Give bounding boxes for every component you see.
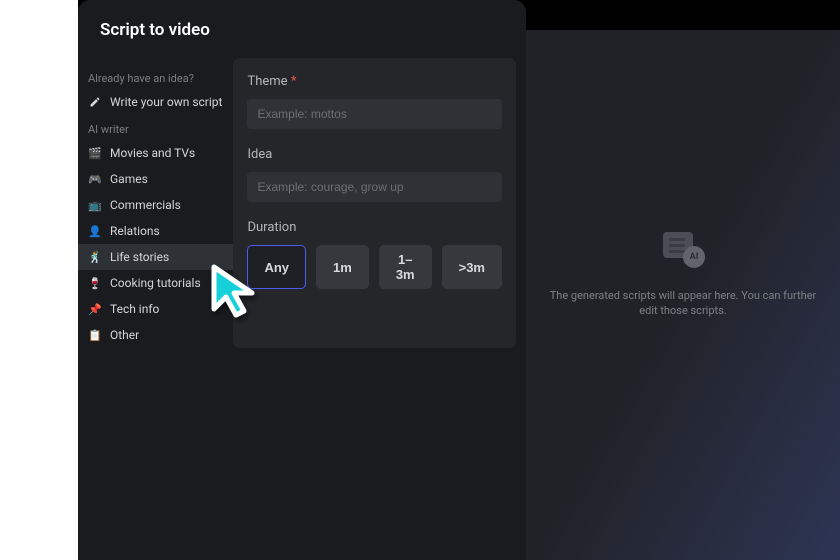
duration-btn-1m[interactable]: 1m (316, 245, 369, 289)
sidebar-item-other[interactable]: 📋 Other (78, 322, 233, 348)
duration-btn-gt3m[interactable]: >3m (442, 245, 502, 289)
theme-input[interactable] (247, 99, 502, 129)
relations-icon: 👤 (88, 224, 102, 238)
sidebar-item-label: Games (110, 172, 148, 186)
sidebar-item-cooking[interactable]: 🍷 Cooking tutorials (78, 270, 233, 296)
games-icon: 🎮 (88, 172, 102, 186)
preview-placeholder-text: The generated scripts will appear here. … (546, 288, 820, 319)
sidebar-item-commercials[interactable]: 📺 Commercials (78, 192, 233, 218)
white-margin (0, 0, 78, 560)
sidebar-item-label: Write your own script (110, 95, 222, 109)
life-icon: 🕺 (88, 250, 102, 264)
cooking-icon: 🍷 (88, 276, 102, 290)
sidebar-section-label: Already have an idea? (78, 64, 233, 89)
idea-input[interactable] (247, 172, 502, 202)
sidebar-item-label: Tech info (110, 302, 159, 316)
sidebar-item-label: Commercials (110, 198, 181, 212)
duration-row: Any 1m 1–3m >3m (247, 245, 502, 289)
sidebar-item-label: Other (110, 328, 139, 342)
sidebar-item-label: Relations (110, 224, 160, 238)
idea-label: Idea (247, 147, 502, 162)
ai-script-icon: AI (661, 232, 705, 268)
content-wrap: Already have an idea? Write your own scr… (78, 54, 526, 358)
sidebar-item-label: Cooking tutorials (110, 276, 201, 290)
form-panel: Theme * Idea Duration Any 1m 1–3m >3m (233, 58, 516, 348)
page-title: Script to video (78, 0, 526, 54)
preview-panel: AI The generated scripts will appear her… (526, 0, 840, 560)
sidebar: Already have an idea? Write your own scr… (78, 54, 233, 358)
sidebar-item-tech[interactable]: 📌 Tech info (78, 296, 233, 322)
preview-placeholder: AI The generated scripts will appear her… (526, 232, 840, 319)
sidebar-item-games[interactable]: 🎮 Games (78, 166, 233, 192)
tech-icon: 📌 (88, 302, 102, 316)
sidebar-item-life-stories[interactable]: 🕺 Life stories (78, 244, 233, 270)
duration-btn-any[interactable]: Any (247, 245, 306, 289)
sidebar-item-label: Life stories (110, 250, 169, 264)
commercials-icon: 📺 (88, 198, 102, 212)
sidebar-item-label: Movies and TVs (110, 146, 195, 160)
sidebar-section-label-ai: AI writer (78, 115, 233, 140)
duration-label: Duration (247, 220, 502, 235)
duration-btn-1-3m[interactable]: 1–3m (379, 245, 432, 289)
sidebar-item-write-own[interactable]: Write your own script (78, 89, 233, 115)
main-panel: Script to video Already have an idea? Wr… (78, 0, 526, 560)
sidebar-item-movies[interactable]: 🎬 Movies and TVs (78, 140, 233, 166)
theme-label: Theme * (247, 74, 502, 89)
movies-icon: 🎬 (88, 146, 102, 160)
pencil-icon (88, 95, 102, 109)
other-icon: 📋 (88, 328, 102, 342)
sidebar-item-relations[interactable]: 👤 Relations (78, 218, 233, 244)
